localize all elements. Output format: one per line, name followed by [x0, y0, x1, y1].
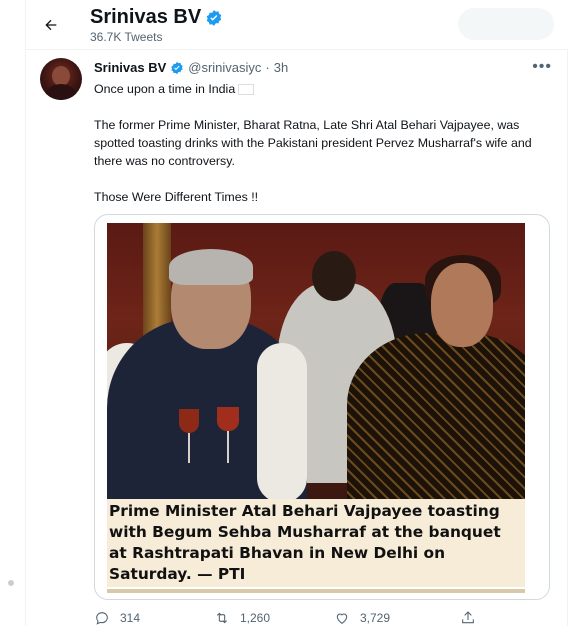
tweet-text: Once upon a time in India The former Pri… — [94, 80, 556, 224]
tweet-paragraph-3: Those Were Different Times !! — [94, 190, 259, 204]
caption-divider — [107, 589, 525, 593]
tweet[interactable]: Srinivas BV @srinivasiyc · 3h ••• Once u… — [26, 50, 568, 626]
photo-glass-stem-right — [227, 431, 229, 463]
nav-dot — [8, 580, 14, 586]
verified-badge-icon — [206, 9, 222, 26]
photo-glass-stem-left — [188, 433, 190, 463]
avatar-body — [46, 84, 76, 100]
separator-dot: · — [265, 60, 270, 75]
tweet-photo[interactable] — [107, 223, 525, 499]
verified-badge-icon — [171, 61, 183, 74]
photo-man-hair — [169, 249, 253, 285]
tweet-paragraph-2: The former Prime Minister, Bharat Ratna,… — [94, 118, 532, 168]
reply-button[interactable]: 314 — [94, 610, 214, 626]
photo-caption: Prime Minister Atal Behari Vajpayee toas… — [107, 499, 525, 587]
header-search-box[interactable] — [458, 8, 554, 40]
retweet-button[interactable]: 1,260 — [214, 610, 334, 626]
tweet-line-1-text: Once upon a time in India — [94, 82, 236, 96]
tweet-header: Srinivas BV @srinivasiyc · 3h — [94, 60, 288, 75]
back-arrow-icon — [45, 19, 57, 31]
photo-bg-head — [312, 251, 356, 301]
author-name[interactable]: Srinivas BV — [94, 60, 166, 75]
retweet-count: 1,260 — [240, 611, 271, 625]
main-column: Srinivas BV 36.7K Tweets Srinivas BV @sr… — [26, 0, 568, 626]
profile-header: Srinivas BV 36.7K Tweets — [26, 0, 568, 50]
photo-woman-body — [347, 333, 525, 499]
reply-icon — [96, 612, 108, 625]
media-card[interactable]: Prime Minister Atal Behari Vajpayee toas… — [94, 214, 550, 600]
like-count: 3,729 — [360, 611, 391, 625]
share-button[interactable] — [460, 610, 476, 626]
like-button[interactable]: 3,729 — [334, 610, 454, 626]
back-button[interactable] — [36, 10, 66, 40]
photo-woman-head — [431, 263, 493, 347]
header-title: Srinivas BV — [90, 6, 223, 29]
tweets-count: 36.7K Tweets — [90, 30, 163, 44]
reply-count: 314 — [120, 611, 141, 625]
photo-man-sleeve-right — [257, 343, 307, 499]
tweet-actions: 314 1,260 3,729 — [94, 606, 534, 626]
tweet-time[interactable]: 3h — [274, 60, 288, 75]
header-name: Srinivas BV — [90, 6, 202, 28]
india-flag-icon — [238, 84, 255, 95]
share-icon — [462, 611, 474, 624]
photo-glass-left — [179, 409, 199, 433]
avatar[interactable] — [40, 58, 82, 100]
photo-glass-right — [217, 407, 239, 431]
more-options-button[interactable]: ••• — [532, 58, 552, 76]
author-handle[interactable]: @srinivasiyc — [188, 60, 261, 75]
retweet-icon — [216, 612, 228, 624]
left-nav-strip — [0, 0, 26, 626]
heart-icon — [336, 613, 348, 624]
avatar-face — [52, 66, 70, 86]
tweet-line-1: Once upon a time in India — [94, 80, 556, 98]
